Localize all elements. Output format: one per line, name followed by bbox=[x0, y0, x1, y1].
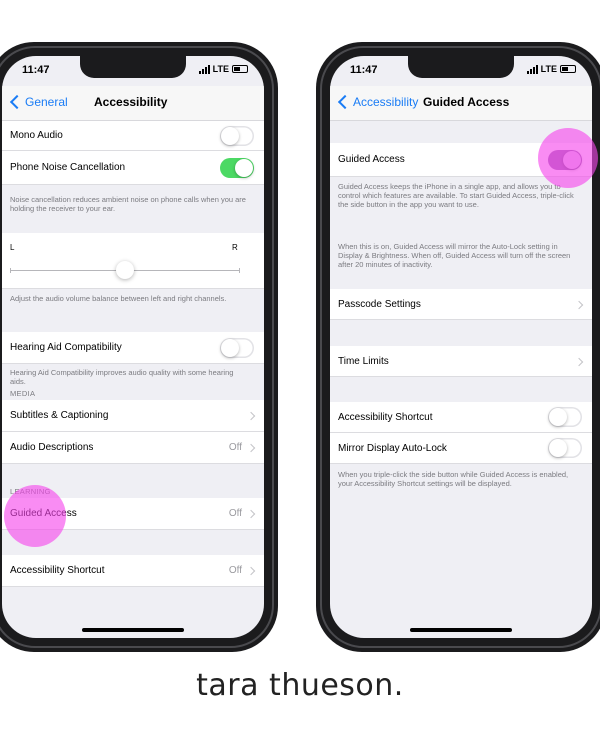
left-screen: 11:47 LTE General Accessibility Mono Aud… bbox=[2, 56, 264, 638]
chevron-right-icon bbox=[574, 300, 584, 310]
noise-cancellation-toggle[interactable] bbox=[220, 158, 254, 178]
back-label: Accessibility bbox=[353, 95, 419, 109]
slider-right-label: R bbox=[232, 243, 238, 252]
chevron-left-icon bbox=[337, 94, 353, 110]
slider-left-label: L bbox=[10, 243, 15, 252]
back-button[interactable]: General bbox=[9, 94, 68, 110]
page-title: Guided Access bbox=[423, 95, 510, 109]
subtitles-label: Subtitles & Captioning bbox=[10, 410, 109, 421]
status-time: 11:47 bbox=[22, 64, 50, 76]
accessibility-shortcut-value: Off bbox=[228, 565, 242, 576]
time-limits-label: Time Limits bbox=[338, 356, 389, 367]
carrier-label: LTE bbox=[212, 64, 229, 74]
hearing-aid-toggle[interactable] bbox=[220, 338, 254, 358]
notch bbox=[408, 56, 514, 78]
hearing-aid-label: Hearing Aid Compatibility bbox=[10, 342, 122, 353]
battery-icon bbox=[560, 65, 576, 73]
carrier-label: LTE bbox=[540, 64, 557, 74]
guided-access-label: Guided Access bbox=[338, 154, 405, 165]
audio-descriptions-row[interactable]: Audio Descriptions Off bbox=[2, 432, 264, 464]
audio-descriptions-value: Off bbox=[228, 442, 242, 453]
guided-access-note: Guided Access keeps the iPhone in a sing… bbox=[338, 182, 574, 209]
balance-note: Adjust the audio volume balance between … bbox=[10, 294, 227, 303]
page-title: Accessibility bbox=[94, 95, 168, 109]
chevron-right-icon bbox=[574, 357, 584, 367]
highlight-circle-toggle bbox=[538, 128, 598, 188]
passcode-settings-row[interactable]: Passcode Settings bbox=[330, 289, 592, 320]
notch bbox=[80, 56, 186, 78]
home-indicator[interactable] bbox=[410, 628, 512, 632]
hearing-note: Hearing Aid Compatibility improves audio… bbox=[10, 368, 234, 386]
guided-access-value: Off bbox=[228, 508, 242, 519]
back-button[interactable]: Accessibility bbox=[337, 94, 419, 110]
mono-audio-toggle[interactable] bbox=[220, 126, 254, 146]
chevron-right-icon bbox=[246, 443, 256, 453]
signal-icon bbox=[526, 64, 538, 74]
accessibility-shortcut-row[interactable]: Accessibility Shortcut bbox=[330, 402, 592, 433]
hearing-aid-row[interactable]: Hearing Aid Compatibility bbox=[2, 332, 264, 364]
accessibility-shortcut-label: Accessibility Shortcut bbox=[10, 565, 105, 576]
mono-audio-row[interactable]: Mono Audio bbox=[2, 121, 264, 151]
left-phone: 11:47 LTE General Accessibility Mono Aud… bbox=[0, 42, 278, 652]
media-section-header: MEDIA bbox=[10, 389, 36, 398]
chevron-right-icon bbox=[246, 411, 256, 421]
back-label: General bbox=[25, 95, 68, 109]
nav-bar: Accessibility Guided Access bbox=[330, 86, 592, 121]
brand-watermark: tara thueson. bbox=[196, 668, 404, 703]
balance-slider-knob[interactable] bbox=[116, 261, 134, 279]
audio-descriptions-label: Audio Descriptions bbox=[10, 442, 94, 453]
mirror-display-label: Mirror Display Auto-Lock bbox=[338, 443, 447, 454]
status-time: 11:47 bbox=[350, 64, 378, 76]
mirror-display-row[interactable]: Mirror Display Auto-Lock bbox=[330, 433, 592, 464]
balance-slider-row: L R bbox=[2, 233, 264, 289]
noise-note: Noise cancellation reduces ambient noise… bbox=[10, 195, 246, 213]
chevron-right-icon bbox=[246, 566, 256, 576]
shortcut-note: When you triple-click the side button wh… bbox=[338, 470, 569, 488]
home-indicator[interactable] bbox=[82, 628, 184, 632]
accessibility-shortcut-toggle[interactable] bbox=[548, 407, 582, 427]
chevron-left-icon bbox=[9, 94, 25, 110]
mirror-display-toggle[interactable] bbox=[548, 438, 582, 458]
subtitles-row[interactable]: Subtitles & Captioning bbox=[2, 400, 264, 432]
time-limits-row[interactable]: Time Limits bbox=[330, 346, 592, 377]
accessibility-shortcut-label: Accessibility Shortcut bbox=[338, 412, 433, 423]
chevron-right-icon bbox=[246, 509, 256, 519]
nav-bar: General Accessibility bbox=[2, 86, 264, 121]
noise-cancellation-row[interactable]: Phone Noise Cancellation bbox=[2, 151, 264, 185]
signal-icon bbox=[198, 64, 210, 74]
mono-audio-label: Mono Audio bbox=[10, 130, 63, 141]
battery-icon bbox=[232, 65, 248, 73]
highlight-circle-guided-access bbox=[4, 485, 66, 547]
passcode-settings-label: Passcode Settings bbox=[338, 299, 421, 310]
accessibility-shortcut-row[interactable]: Accessibility Shortcut Off bbox=[2, 555, 264, 587]
noise-cancellation-label: Phone Noise Cancellation bbox=[10, 162, 126, 173]
autolock-note: When this is on, Guided Access will mirr… bbox=[338, 242, 571, 269]
